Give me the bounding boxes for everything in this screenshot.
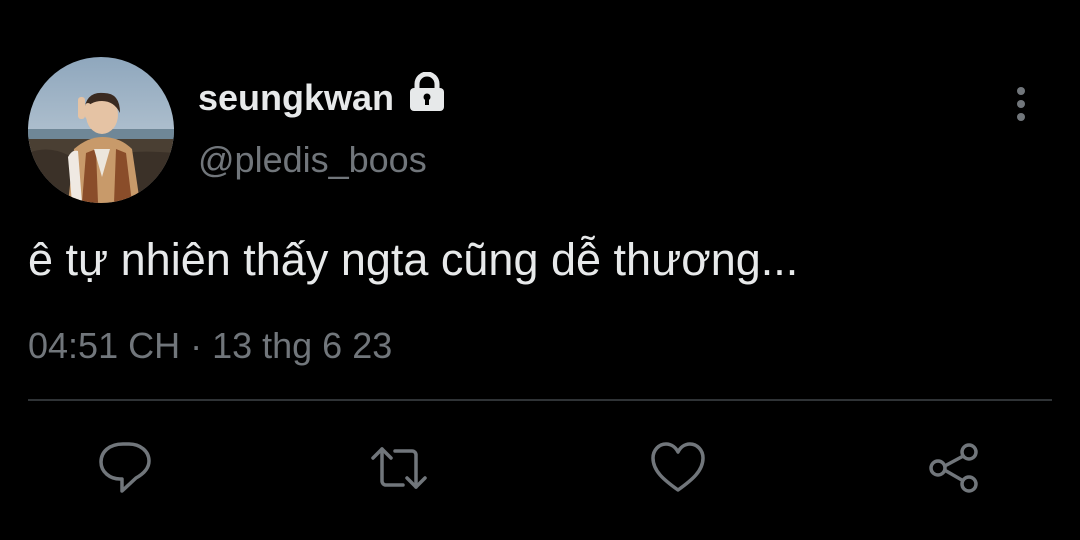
more-options-button[interactable] <box>1004 84 1038 124</box>
comment-icon <box>99 442 151 493</box>
like-button[interactable] <box>648 440 708 496</box>
display-name[interactable]: seungkwan <box>198 76 394 120</box>
lock-icon <box>408 71 446 112</box>
retweet-icon <box>371 447 427 489</box>
retweet-button[interactable] <box>369 440 429 496</box>
heart-icon <box>651 442 705 492</box>
share-button[interactable] <box>924 440 984 496</box>
user-handle[interactable]: @pledis_boos <box>198 138 427 182</box>
more-vertical-icon <box>1017 87 1025 121</box>
reply-button[interactable] <box>96 440 156 496</box>
avatar[interactable] <box>28 57 174 203</box>
tweet-timestamp[interactable]: 04:51 CH · 13 thg 6 23 <box>28 324 392 368</box>
divider <box>28 399 1052 401</box>
avatar-image <box>28 57 174 203</box>
tweet-text: ê tự nhiên thấy ngta cũng dễ thương... <box>28 234 799 285</box>
share-icon <box>929 443 978 493</box>
